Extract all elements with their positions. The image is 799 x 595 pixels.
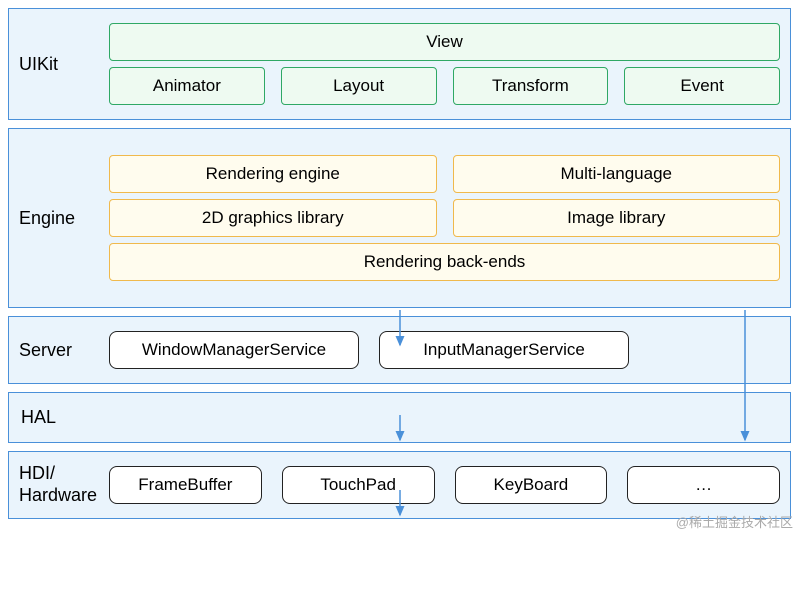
rendering-backends-box: Rendering back-ends — [109, 243, 780, 281]
animator-box: Animator — [109, 67, 265, 105]
framebuffer-box: FrameBuffer — [109, 466, 262, 504]
engine-layer: Engine Rendering engine Multi-language 2… — [8, 128, 791, 308]
watermark: @稀土掘金技术社区 — [676, 512, 793, 531]
transform-box: Transform — [453, 67, 609, 105]
wms-box: WindowManagerService — [109, 331, 359, 369]
image-library-box: Image library — [453, 199, 781, 237]
layout-box: Layout — [281, 67, 437, 105]
uikit-body: View Animator Layout Transform Event — [109, 17, 780, 111]
hdi-label: HDI/ Hardware — [19, 463, 109, 506]
keyboard-box: KeyBoard — [455, 466, 608, 504]
server-layer: Server WindowManagerService InputManager… — [8, 316, 791, 384]
hdi-layer: HDI/ Hardware FrameBuffer TouchPad KeyBo… — [8, 451, 791, 519]
touchpad-box: TouchPad — [282, 466, 435, 504]
uikit-layer: UIKit View Animator Layout Transform Eve… — [8, 8, 791, 120]
event-box: Event — [624, 67, 780, 105]
more-box: … — [627, 466, 780, 504]
server-label: Server — [19, 340, 109, 361]
engine-body: Rendering engine Multi-language 2D graph… — [109, 149, 780, 287]
ims-box: InputManagerService — [379, 331, 629, 369]
server-body: WindowManagerService InputManagerService — [109, 325, 780, 375]
view-box: View — [109, 23, 780, 61]
hal-layer: HAL — [8, 392, 791, 443]
hal-label: HAL — [21, 407, 64, 428]
hdi-body: FrameBuffer TouchPad KeyBoard … — [109, 460, 780, 510]
graphics-2d-box: 2D graphics library — [109, 199, 437, 237]
uikit-label: UIKit — [19, 54, 109, 75]
rendering-engine-box: Rendering engine — [109, 155, 437, 193]
engine-label: Engine — [19, 208, 109, 229]
multi-language-box: Multi-language — [453, 155, 781, 193]
